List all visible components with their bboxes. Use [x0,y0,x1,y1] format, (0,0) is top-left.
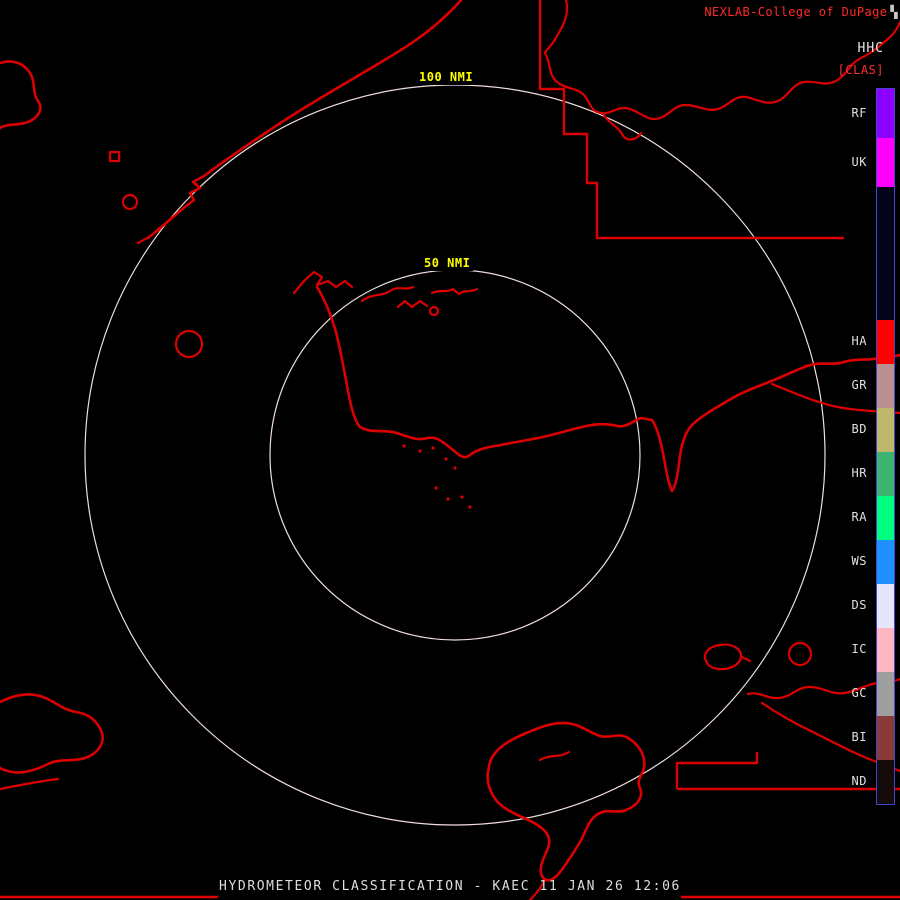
legend-label-uk: UK [851,154,867,169]
cape-cluster [292,270,354,295]
mode-label: [CLAS] [837,63,884,77]
legend-swatch-ds [877,584,894,628]
coastline-north-arc [146,0,463,240]
legend-swatch-bd [877,408,894,452]
legend-swatch-hr [877,452,894,496]
legend-label-ds: DS [851,598,867,612]
legend-swatch-uk [877,138,894,187]
legend-swatch-gr [877,364,894,408]
island-blob-east [703,643,743,671]
legend-label-ra: RA [851,510,867,524]
legend-swatch-rf [877,89,894,138]
island-circle-2 [174,329,204,359]
island-circle-3 [787,641,813,667]
radar-map [0,0,900,900]
island-blob-east-tail [740,655,752,663]
range-ring-100nmi [84,84,826,826]
legend-label-hr: HR [851,466,867,480]
brand-text: NEXLAB-College of DuPage ▚ [704,5,898,19]
legend-swatch-ic [877,628,894,672]
island-blob-south [486,721,646,882]
island-circle-1 [121,193,139,211]
legend-swatch-gap [877,187,894,320]
range-rings [84,84,826,826]
legend-swatch-ws [877,540,894,584]
legend-swatch-nd [877,760,894,804]
brand-label: NEXLAB-College of DuPage [704,5,888,19]
legend-swatch-gc [877,672,894,716]
ring-label-100nmi: 100 NMI [416,69,477,85]
legend-label-gr: GR [851,378,867,392]
legend-label-ic: IC [851,642,867,656]
product-code: HHC [857,41,884,56]
coastline-bottom-left-2 [0,777,60,791]
radar-screen: NEXLAB-College of DuPage ▚ HHC [CLAS] 100… [0,0,900,900]
legend-swatch-ha [877,320,894,364]
legend-label-bd: BD [851,422,867,436]
legend-label-gc: GC [851,686,867,700]
ring-label-50nmi: 50 NMI [421,255,474,271]
legend-label-nd: ND [851,774,867,788]
islet-square [108,150,121,163]
legend-label-ws: WS [851,554,867,568]
coastline-bottom-left [0,693,104,774]
lagoon-squiggle-3 [430,287,479,296]
product-caption: HYDROMETEOR CLASSIFICATION - KAEC 11 JAN… [219,879,681,894]
legend-swatch-ra [877,496,894,540]
legend-label-ha: HA [851,334,867,348]
legend-swatch-bi [877,716,894,760]
lagoon-squiggle-1 [360,285,415,303]
zone-boundary-step [675,752,759,789]
coastline-spur [136,235,151,245]
island-inner-detail [538,750,571,762]
legend-label-rf: RF [851,105,867,120]
lagoon-squiggle-2 [396,299,429,309]
lagoon-islet [428,305,440,317]
map-outlines [0,0,900,900]
legend-colorbar [876,88,895,805]
checker-icon: ▚ [890,5,898,19]
range-ring-50nmi [269,269,641,641]
coastline-left-top [0,60,42,130]
coastline-south [315,285,900,493]
zone-boundary-stairs-top [538,0,844,240]
legend-label-bi: BI [851,730,867,744]
